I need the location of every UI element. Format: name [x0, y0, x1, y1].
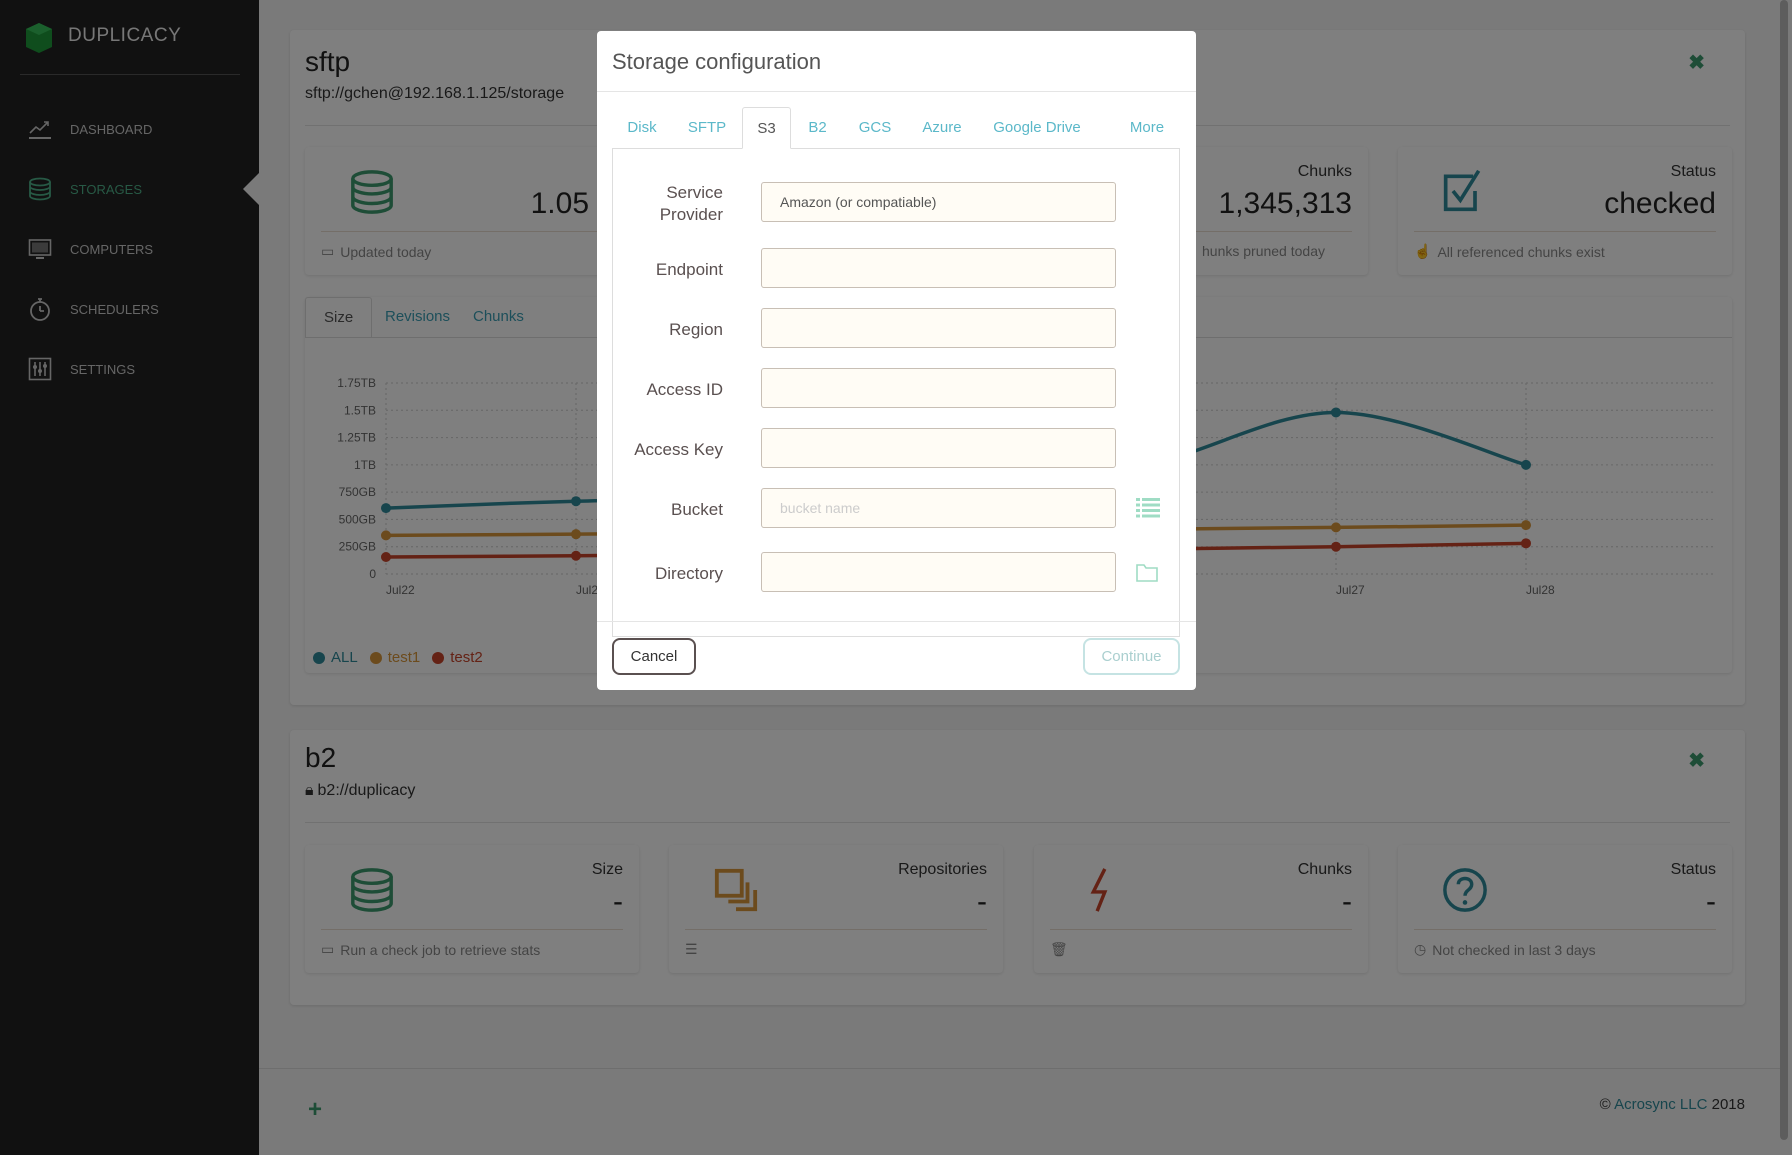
access-key-input[interactable] [761, 428, 1116, 468]
field-label: Endpoint [655, 260, 723, 279]
s3-form: Service Provider Endpoint Region Access … [612, 148, 1180, 637]
field-label: Access Key [634, 440, 723, 459]
bucket-input[interactable] [761, 488, 1116, 528]
directory-input[interactable] [761, 552, 1116, 592]
endpoint-input[interactable] [761, 248, 1116, 288]
tab-sftp[interactable]: SFTP [677, 107, 737, 149]
tab-google-drive[interactable]: Google Drive [982, 107, 1092, 149]
folder-icon[interactable] [1136, 563, 1158, 582]
region-input[interactable] [761, 308, 1116, 348]
field-label: Access ID [646, 380, 723, 399]
tab-b2[interactable]: B2 [795, 107, 840, 149]
tab-disk[interactable]: Disk [612, 107, 672, 149]
continue-button[interactable]: Continue [1083, 638, 1180, 675]
tab-azure[interactable]: Azure [910, 107, 974, 149]
field-label: Region [669, 320, 723, 339]
access-id-input[interactable] [761, 368, 1116, 408]
field-label: Directory [654, 564, 723, 583]
storage-configuration-dialog: Storage configuration Disk SFTP S3 B2 GC… [597, 31, 1196, 690]
tab-gcs[interactable]: GCS [845, 107, 905, 149]
tab-s3[interactable]: S3 [742, 107, 791, 149]
cancel-button[interactable]: Cancel [612, 638, 696, 675]
list-bucket-icon[interactable] [1136, 498, 1160, 518]
service-provider-select[interactable] [761, 182, 1116, 222]
field-label: Bucket [671, 500, 723, 519]
tab-more[interactable]: More [1117, 107, 1177, 149]
field-label: Service Provider [659, 183, 723, 224]
dialog-title: Storage configuration [612, 49, 822, 74]
